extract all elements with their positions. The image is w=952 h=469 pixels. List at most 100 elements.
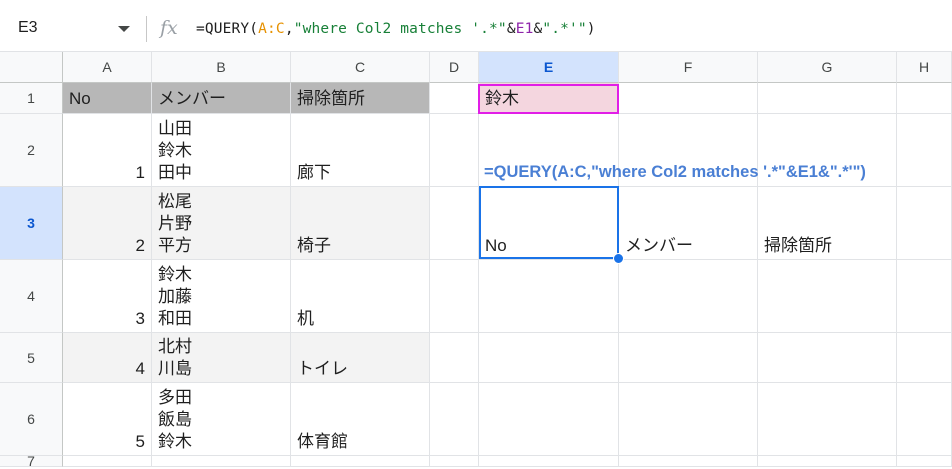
cell-value: 掃除箇所 xyxy=(764,236,832,255)
cell-a4[interactable]: 3 xyxy=(63,260,152,333)
cell-c3[interactable]: 椅子 xyxy=(291,187,430,260)
cell-f1[interactable] xyxy=(619,83,758,114)
cell-b1[interactable]: メンバー xyxy=(152,83,291,114)
formula-token: =QUERY( xyxy=(196,21,259,37)
cell-f4[interactable] xyxy=(619,260,758,333)
column-header-f[interactable]: F xyxy=(619,52,758,83)
cell-g7[interactable] xyxy=(758,456,897,467)
cell-c5[interactable]: トイレ xyxy=(291,333,430,383)
cell-value: 4 xyxy=(135,359,145,378)
fill-handle[interactable] xyxy=(613,253,624,264)
formula-annotation: =QUERY(A:C,"where Col2 matches '.*"&E1&"… xyxy=(484,163,866,181)
cell-b5[interactable]: 北村 川島 xyxy=(152,333,291,383)
cell-h5[interactable] xyxy=(897,333,952,383)
row-header-2[interactable]: 2 xyxy=(0,114,63,187)
cell-value: 鈴木 加藤 和田 xyxy=(158,265,192,328)
cell-g1[interactable] xyxy=(758,83,897,114)
cell-value: メンバー xyxy=(625,236,693,255)
cell-h3[interactable] xyxy=(897,187,952,260)
cell-g5[interactable] xyxy=(758,333,897,383)
cell-value: No xyxy=(69,89,91,108)
cell-d2[interactable] xyxy=(430,114,479,187)
formula-token: & xyxy=(506,21,516,37)
row-header-4[interactable]: 4 xyxy=(0,260,63,333)
cell-g3[interactable]: 掃除箇所 xyxy=(758,187,897,260)
cell-c7[interactable] xyxy=(291,456,430,467)
cell-d4[interactable] xyxy=(430,260,479,333)
cell-value: 松尾 片野 平方 xyxy=(158,192,192,255)
column-header-e[interactable]: E xyxy=(479,52,619,83)
cell-a2[interactable]: 1 xyxy=(63,114,152,187)
cell-d5[interactable] xyxy=(430,333,479,383)
formula-token: "where Col2 matches '.*" xyxy=(293,21,507,37)
cell-value: 北村 川島 xyxy=(158,337,192,378)
cell-value: メンバー xyxy=(158,89,226,108)
row-header-5[interactable]: 5 xyxy=(0,333,63,383)
column-header-c[interactable]: C xyxy=(291,52,430,83)
column-header-d[interactable]: D xyxy=(430,52,479,83)
cell-a3[interactable]: 2 xyxy=(63,187,152,260)
cell-f5[interactable] xyxy=(619,333,758,383)
cell-value: 多田 飯島 鈴木 xyxy=(158,388,192,451)
column-header-g[interactable]: G xyxy=(758,52,897,83)
name-box[interactable]: E3 xyxy=(18,19,38,37)
column-header-h[interactable]: H xyxy=(897,52,952,83)
chevron-down-icon[interactable] xyxy=(118,26,130,32)
cell-b6[interactable]: 多田 飯島 鈴木 xyxy=(152,383,291,456)
formula-token: ) xyxy=(586,21,596,37)
cell-g6[interactable] xyxy=(758,383,897,456)
select-all-corner[interactable] xyxy=(0,52,63,83)
cell-e3[interactable]: No xyxy=(479,187,619,260)
cell-a1[interactable]: No xyxy=(63,83,152,114)
formula-token: A:C xyxy=(258,21,285,37)
row-header-7[interactable]: 7 xyxy=(0,453,63,469)
cell-a7[interactable] xyxy=(63,456,152,467)
cell-c1[interactable]: 掃除箇所 xyxy=(291,83,430,114)
cell-a6[interactable]: 5 xyxy=(63,383,152,456)
formula-token: E1 xyxy=(515,21,534,37)
cell-b3[interactable]: 松尾 片野 平方 xyxy=(152,187,291,260)
cell-c4[interactable]: 机 xyxy=(291,260,430,333)
row-header-1[interactable]: 1 xyxy=(0,83,63,114)
cell-d6[interactable] xyxy=(430,383,479,456)
cell-value: 椅子 xyxy=(297,236,331,255)
cell-e1[interactable]: 鈴木 xyxy=(479,83,619,114)
cell-h4[interactable] xyxy=(897,260,952,333)
cell-b2[interactable]: 山田 鈴木 田中 xyxy=(152,114,291,187)
cell-h7[interactable] xyxy=(897,456,952,467)
cell-f3[interactable]: メンバー xyxy=(619,187,758,260)
cell-e4[interactable] xyxy=(479,260,619,333)
cell-d3[interactable] xyxy=(430,187,479,260)
cell-value: 鈴木 xyxy=(485,89,519,108)
cell-e6[interactable] xyxy=(479,383,619,456)
cell-d1[interactable] xyxy=(430,83,479,114)
cell-b7[interactable] xyxy=(152,456,291,467)
cell-c2[interactable]: 廊下 xyxy=(291,114,430,187)
cell-h2[interactable] xyxy=(897,114,952,187)
cell-h6[interactable] xyxy=(897,383,952,456)
cell-value: 体育館 xyxy=(297,432,348,451)
cell-value: 3 xyxy=(135,309,145,328)
cell-c6[interactable]: 体育館 xyxy=(291,383,430,456)
formula-input[interactable]: =QUERY(A:C,"where Col2 matches '.*"&E1&"… xyxy=(196,21,596,37)
column-header-a[interactable]: A xyxy=(63,52,152,83)
cell-f7[interactable] xyxy=(619,456,758,467)
divider xyxy=(146,16,147,42)
cell-f6[interactable] xyxy=(619,383,758,456)
row-header-6[interactable]: 6 xyxy=(0,383,63,456)
cell-e5[interactable] xyxy=(479,333,619,383)
cell-value: 山田 鈴木 田中 xyxy=(158,119,192,182)
column-header-b[interactable]: B xyxy=(152,52,291,83)
cell-a5[interactable]: 4 xyxy=(63,333,152,383)
row-header-3[interactable]: 3 xyxy=(0,187,63,260)
cell-h1[interactable] xyxy=(897,83,952,114)
cell-e7[interactable] xyxy=(479,456,619,467)
cell-b4[interactable]: 鈴木 加藤 和田 xyxy=(152,260,291,333)
cell-g4[interactable] xyxy=(758,260,897,333)
cell-d7[interactable] xyxy=(430,456,479,467)
cell-value: トイレ xyxy=(297,359,348,378)
formula-token: ".*'" xyxy=(542,21,587,37)
cell-value: 2 xyxy=(135,236,145,255)
function-icon: fx xyxy=(160,17,178,39)
cell-value: 5 xyxy=(135,432,145,451)
